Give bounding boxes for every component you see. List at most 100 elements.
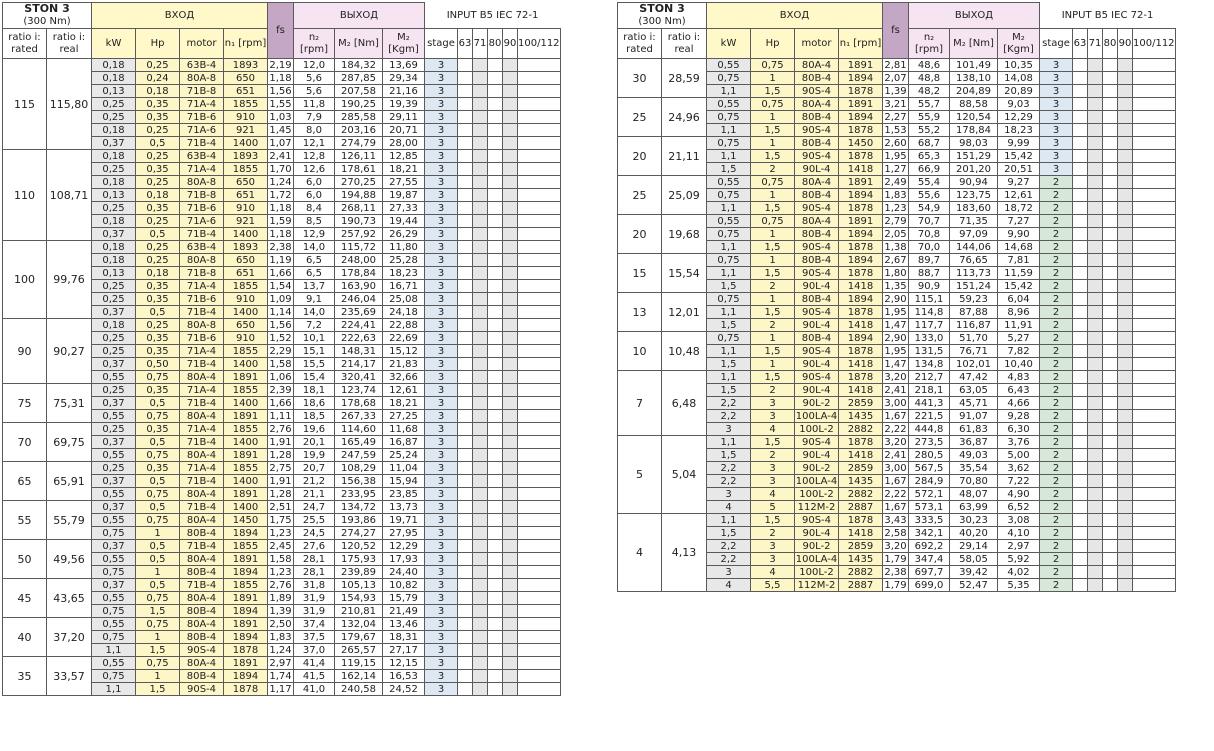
iec-compat-cell (487, 396, 503, 410)
iec-compat-cell (472, 214, 488, 228)
iec-compat-cell (517, 552, 561, 566)
n2-cell: 48,6 (908, 58, 950, 72)
stage-cell: 3 (424, 474, 458, 488)
n2-cell: 27,6 (293, 539, 335, 553)
iec-compat-cell (502, 162, 518, 176)
ratio-rated: 45 (2, 578, 47, 618)
model-title: STON 3 (300 Nm) (617, 2, 707, 29)
iec-compat-cell (502, 110, 518, 124)
n1-cell: 1450 (223, 513, 268, 527)
iec-compat-cell (472, 344, 488, 358)
m2-nm-cell: 102,01 (949, 357, 998, 371)
ratio-rated: 55 (2, 500, 47, 540)
kw-cell: 0,37 (91, 227, 136, 241)
iec-compat-cell (1087, 214, 1103, 228)
n2-cell: 28,1 (293, 552, 335, 566)
n1-cell: 2882 (838, 565, 883, 579)
m2-nm-cell: 151,29 (949, 149, 998, 163)
iec-compat-cell (1132, 500, 1176, 514)
fs-cell: 2,90 (882, 292, 909, 306)
stage-cell: 3 (424, 643, 458, 657)
n1-cell: 1891 (838, 214, 883, 228)
iec-compat-cell (1072, 357, 1088, 371)
iec-compat-cell (1102, 448, 1118, 462)
iec-compat-cell (487, 383, 503, 397)
iec-compat-cell (1087, 448, 1103, 462)
iec-compat-cell (517, 318, 561, 332)
motor-cell: 80B-4 (794, 71, 839, 85)
table-row: 115 115,80 0,18 0,25 63B-4 1893 2,19 12,0 184,32… (2, 58, 561, 150)
hp-cell: 1,5 (750, 305, 795, 319)
stage-cell: 3 (424, 110, 458, 124)
n2-cell: 12,0 (293, 58, 335, 72)
kw-cell: 0,37 (91, 435, 136, 449)
hp-cell: 1,5 (750, 84, 795, 98)
hp-cell: 1,5 (750, 240, 795, 254)
fs-cell: 1,47 (882, 357, 909, 371)
stage-cell: 3 (424, 539, 458, 553)
iec-compat-cell (472, 292, 488, 306)
stage-cell: 3 (424, 136, 458, 150)
iec-compat-cell (1087, 71, 1103, 85)
n1-cell: 651 (223, 84, 268, 98)
iec-compat-cell (1072, 552, 1088, 566)
fs-cell: 2,41 (882, 383, 909, 397)
iec-compat-cell (1117, 331, 1133, 345)
iec-compat-cell (1102, 370, 1118, 384)
iec-compat-cell (1117, 227, 1133, 241)
kw-cell: 1,5 (706, 162, 751, 176)
iec-compat-cell (517, 448, 561, 462)
iec-compat-cell (457, 617, 473, 631)
n2-cell: 37,0 (293, 643, 335, 657)
kw-cell: 4 (706, 578, 751, 592)
iec-compat-cell (1087, 526, 1103, 540)
n1-cell: 2887 (838, 500, 883, 514)
m2-nm-cell: 190,73 (334, 214, 383, 228)
iec-compat-cell (1117, 487, 1133, 501)
stage-cell: 3 (424, 370, 458, 384)
motor-cell: 90S-4 (179, 682, 224, 696)
iec-compat-cell (517, 474, 561, 488)
iec-compat-cell (1117, 383, 1133, 397)
iec-compat-cell (1087, 188, 1103, 202)
iec-compat-cell (502, 643, 518, 657)
n2-cell: 55,2 (908, 123, 950, 137)
iec-compat-cell (487, 123, 503, 137)
hp-cell: 0,25 (135, 253, 180, 267)
iec-compat-cell (457, 578, 473, 592)
motor-cell: 80A-8 (179, 253, 224, 267)
m2-nm-cell: 162,14 (334, 669, 383, 683)
fs-cell: 1,79 (882, 552, 909, 566)
iec-compat-cell (487, 227, 503, 241)
fs-cell: 2,38 (267, 240, 294, 254)
iec-compat-cell (517, 461, 561, 475)
iec-compat-cell (517, 643, 561, 657)
kw-cell: 1,1 (706, 370, 751, 384)
stage-cell: 2 (1039, 409, 1073, 423)
ratio-real: 28,59 (661, 58, 707, 98)
input-label: ВХОД (706, 2, 883, 29)
iec-compat-cell (1072, 331, 1088, 345)
hp-header: Hp (750, 28, 795, 59)
iec-compat-cell (457, 396, 473, 410)
n1-cell: 1855 (223, 97, 268, 111)
n2-cell: 37,5 (293, 630, 335, 644)
n2-cell: 31,9 (293, 591, 335, 605)
fs-cell: 1,47 (882, 318, 909, 332)
iec-compat-cell (1132, 266, 1176, 280)
fs-cell: 1,67 (882, 500, 909, 514)
m2-kgm-cell: 12,61 (997, 188, 1040, 202)
iec-label: INPUT B5 IEC 72-1 (1039, 2, 1176, 29)
n1-cell: 1855 (223, 162, 268, 176)
iec-compat-cell (472, 474, 488, 488)
iec-compat-cell (1102, 227, 1118, 241)
hp-cell: 1 (750, 292, 795, 306)
motor-cell: 90S-4 (794, 240, 839, 254)
iec-compat-cell (457, 539, 473, 553)
kw-cell: 1,1 (706, 513, 751, 527)
iec-compat-cell (1102, 279, 1118, 293)
kw-cell: 3 (706, 565, 751, 579)
stage-cell: 3 (424, 214, 458, 228)
m2-nm-header: M₂ [Nm] (949, 28, 998, 59)
iec-compat-cell (472, 58, 488, 72)
